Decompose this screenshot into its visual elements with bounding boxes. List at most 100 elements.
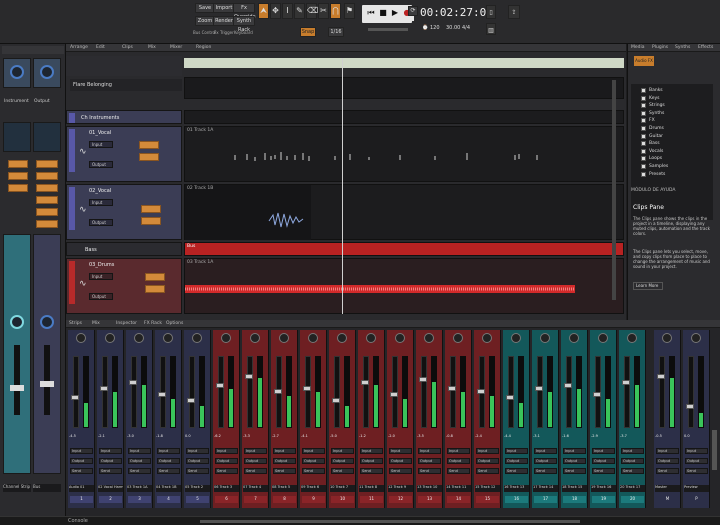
output-slot[interactable]: Output — [476, 458, 499, 464]
fader-cap[interactable] — [100, 386, 108, 391]
channel-fader[interactable] — [247, 356, 253, 428]
meter-value[interactable]: 4/4 — [462, 25, 470, 31]
output-slot[interactable]: Output — [534, 458, 557, 464]
clip-lane-4[interactable]: 03 Track 1A — [184, 258, 624, 314]
pan-knob[interactable] — [163, 333, 173, 343]
track-fx-slot[interactable] — [141, 217, 161, 225]
clip-lane-1[interactable]: 01 Track 1A — [184, 126, 624, 182]
pan-knob[interactable] — [337, 333, 347, 343]
browser-item[interactable]: Drums — [649, 126, 664, 131]
track-name[interactable]: 01_Vocal — [89, 130, 111, 136]
cursor-tool-icon[interactable]: I — [282, 3, 293, 19]
browser-item-checkbox[interactable] — [641, 141, 646, 147]
strip-name[interactable]: 17 Track 14 — [533, 485, 558, 492]
channel-fader[interactable] — [363, 356, 369, 428]
input-slot[interactable]: Input — [476, 448, 499, 454]
pan-knob[interactable] — [598, 333, 608, 343]
pan-knob[interactable] — [482, 333, 492, 343]
send-slot[interactable]: Send — [685, 468, 708, 474]
tempo-value[interactable]: 120 — [430, 25, 440, 31]
output-slot[interactable]: Output — [186, 458, 209, 464]
output-slot[interactable]: Output — [244, 458, 267, 464]
pan-knob[interactable] — [40, 65, 54, 79]
channel-fader[interactable] — [421, 356, 427, 428]
output-slot[interactable]: Output — [563, 458, 586, 464]
console-tab-fx-rack[interactable]: FX Rack — [144, 321, 162, 327]
output-slot[interactable]: Output — [656, 458, 679, 464]
flag-marker-icon[interactable]: ⚑ — [344, 3, 355, 19]
output-slot[interactable]: Output — [685, 458, 708, 464]
pan-knob[interactable] — [453, 333, 463, 343]
browser-item[interactable]: Strings — [649, 103, 665, 108]
strip-name[interactable]: 06 Track 3 — [214, 485, 239, 492]
browser-item[interactable]: Loops — [649, 156, 662, 161]
channel-fader[interactable] — [305, 356, 311, 428]
output-slot[interactable]: Output — [157, 458, 180, 464]
input-slot[interactable]: Input — [389, 448, 412, 454]
zoom-button[interactable]: Zoom — [195, 16, 215, 26]
input-slot[interactable]: Input — [418, 448, 441, 454]
browser-item[interactable]: Samples — [649, 164, 668, 169]
browser-item[interactable]: Banks — [649, 88, 663, 93]
channel-fader[interactable] — [73, 356, 79, 428]
fader-cap[interactable] — [657, 374, 665, 379]
synth-rack-button[interactable]: Synth Rack — [233, 16, 255, 33]
save-button[interactable]: Save — [195, 3, 215, 13]
strip-name[interactable]: 05 Track 2 — [185, 485, 210, 492]
console-tab-options[interactable]: Options — [166, 321, 183, 327]
browser-item-checkbox[interactable] — [641, 110, 646, 116]
fx-slot-7[interactable] — [36, 196, 58, 204]
channel-fader[interactable] — [624, 356, 630, 428]
move-tool-icon[interactable]: ✥ — [270, 3, 281, 19]
strip-name[interactable]: 14 Track 11 — [446, 485, 471, 492]
strip-name[interactable]: 03 Track 1A — [127, 485, 152, 492]
cpu-meter-icon[interactable]: ▥ — [486, 23, 496, 35]
magnet-snap-icon[interactable]: ⋂ — [330, 3, 341, 19]
send-slot[interactable]: Send — [621, 468, 644, 474]
fx-slot-8[interactable] — [36, 208, 58, 216]
horizontal-scrollbar[interactable] — [200, 520, 580, 523]
channel-fader[interactable] — [450, 356, 456, 428]
pan-knob[interactable] — [511, 333, 521, 343]
strip-name[interactable]: Preview — [684, 485, 709, 492]
input-slot[interactable]: Input — [505, 448, 528, 454]
track-header-4[interactable]: 03_Drums ∿ Input Output — [66, 258, 182, 314]
send-slot[interactable]: Send — [656, 468, 679, 474]
output-slot[interactable]: Output — [99, 458, 122, 464]
pan-knob[interactable] — [250, 333, 260, 343]
strip-name[interactable]: 15 Track 12 — [475, 485, 500, 492]
tab-mix[interactable]: Mix — [148, 45, 156, 51]
output-slot[interactable]: Output — [360, 458, 383, 464]
channel-fader[interactable] — [189, 356, 195, 428]
output-slot[interactable]: Output — [505, 458, 528, 464]
send-slot[interactable]: Send — [476, 468, 499, 474]
strip-name[interactable]: 16 Track 13 — [504, 485, 529, 492]
clip-lane-2[interactable]: 02 Track 1B — [184, 184, 624, 240]
pan-knob[interactable] — [221, 333, 231, 343]
output-slot[interactable]: Output — [70, 458, 93, 464]
input-slot[interactable]: Input — [360, 448, 383, 454]
input-slot[interactable]: Input — [592, 448, 615, 454]
fader-cap[interactable] — [477, 389, 485, 394]
track-output-select[interactable]: Output — [89, 293, 113, 300]
fader-cap[interactable] — [129, 380, 137, 385]
output-slot[interactable]: Output — [447, 458, 470, 464]
send-slot[interactable]: Send — [505, 468, 528, 474]
fader-cap[interactable] — [332, 398, 340, 403]
strip-name[interactable]: 08 Track 5 — [272, 485, 297, 492]
pan-knob[interactable] — [105, 333, 115, 343]
channel-fader[interactable] — [218, 356, 224, 428]
output-slot[interactable]: Output — [331, 458, 354, 464]
output-slot[interactable]: Output — [389, 458, 412, 464]
fx-slot-2[interactable] — [8, 172, 28, 180]
inspector-fader-left[interactable] — [14, 345, 20, 415]
browser-item-checkbox[interactable] — [641, 95, 646, 101]
channel-fader[interactable] — [659, 356, 665, 428]
send-slot[interactable]: Send — [215, 468, 238, 474]
browser-item-checkbox[interactable] — [641, 118, 646, 124]
pan-knob[interactable] — [424, 333, 434, 343]
track-header-bus[interactable]: Bass — [66, 242, 182, 256]
track-fx-slot[interactable] — [139, 153, 159, 161]
browser-item[interactable]: Presets — [649, 172, 665, 177]
browser-item-checkbox[interactable] — [641, 148, 646, 154]
